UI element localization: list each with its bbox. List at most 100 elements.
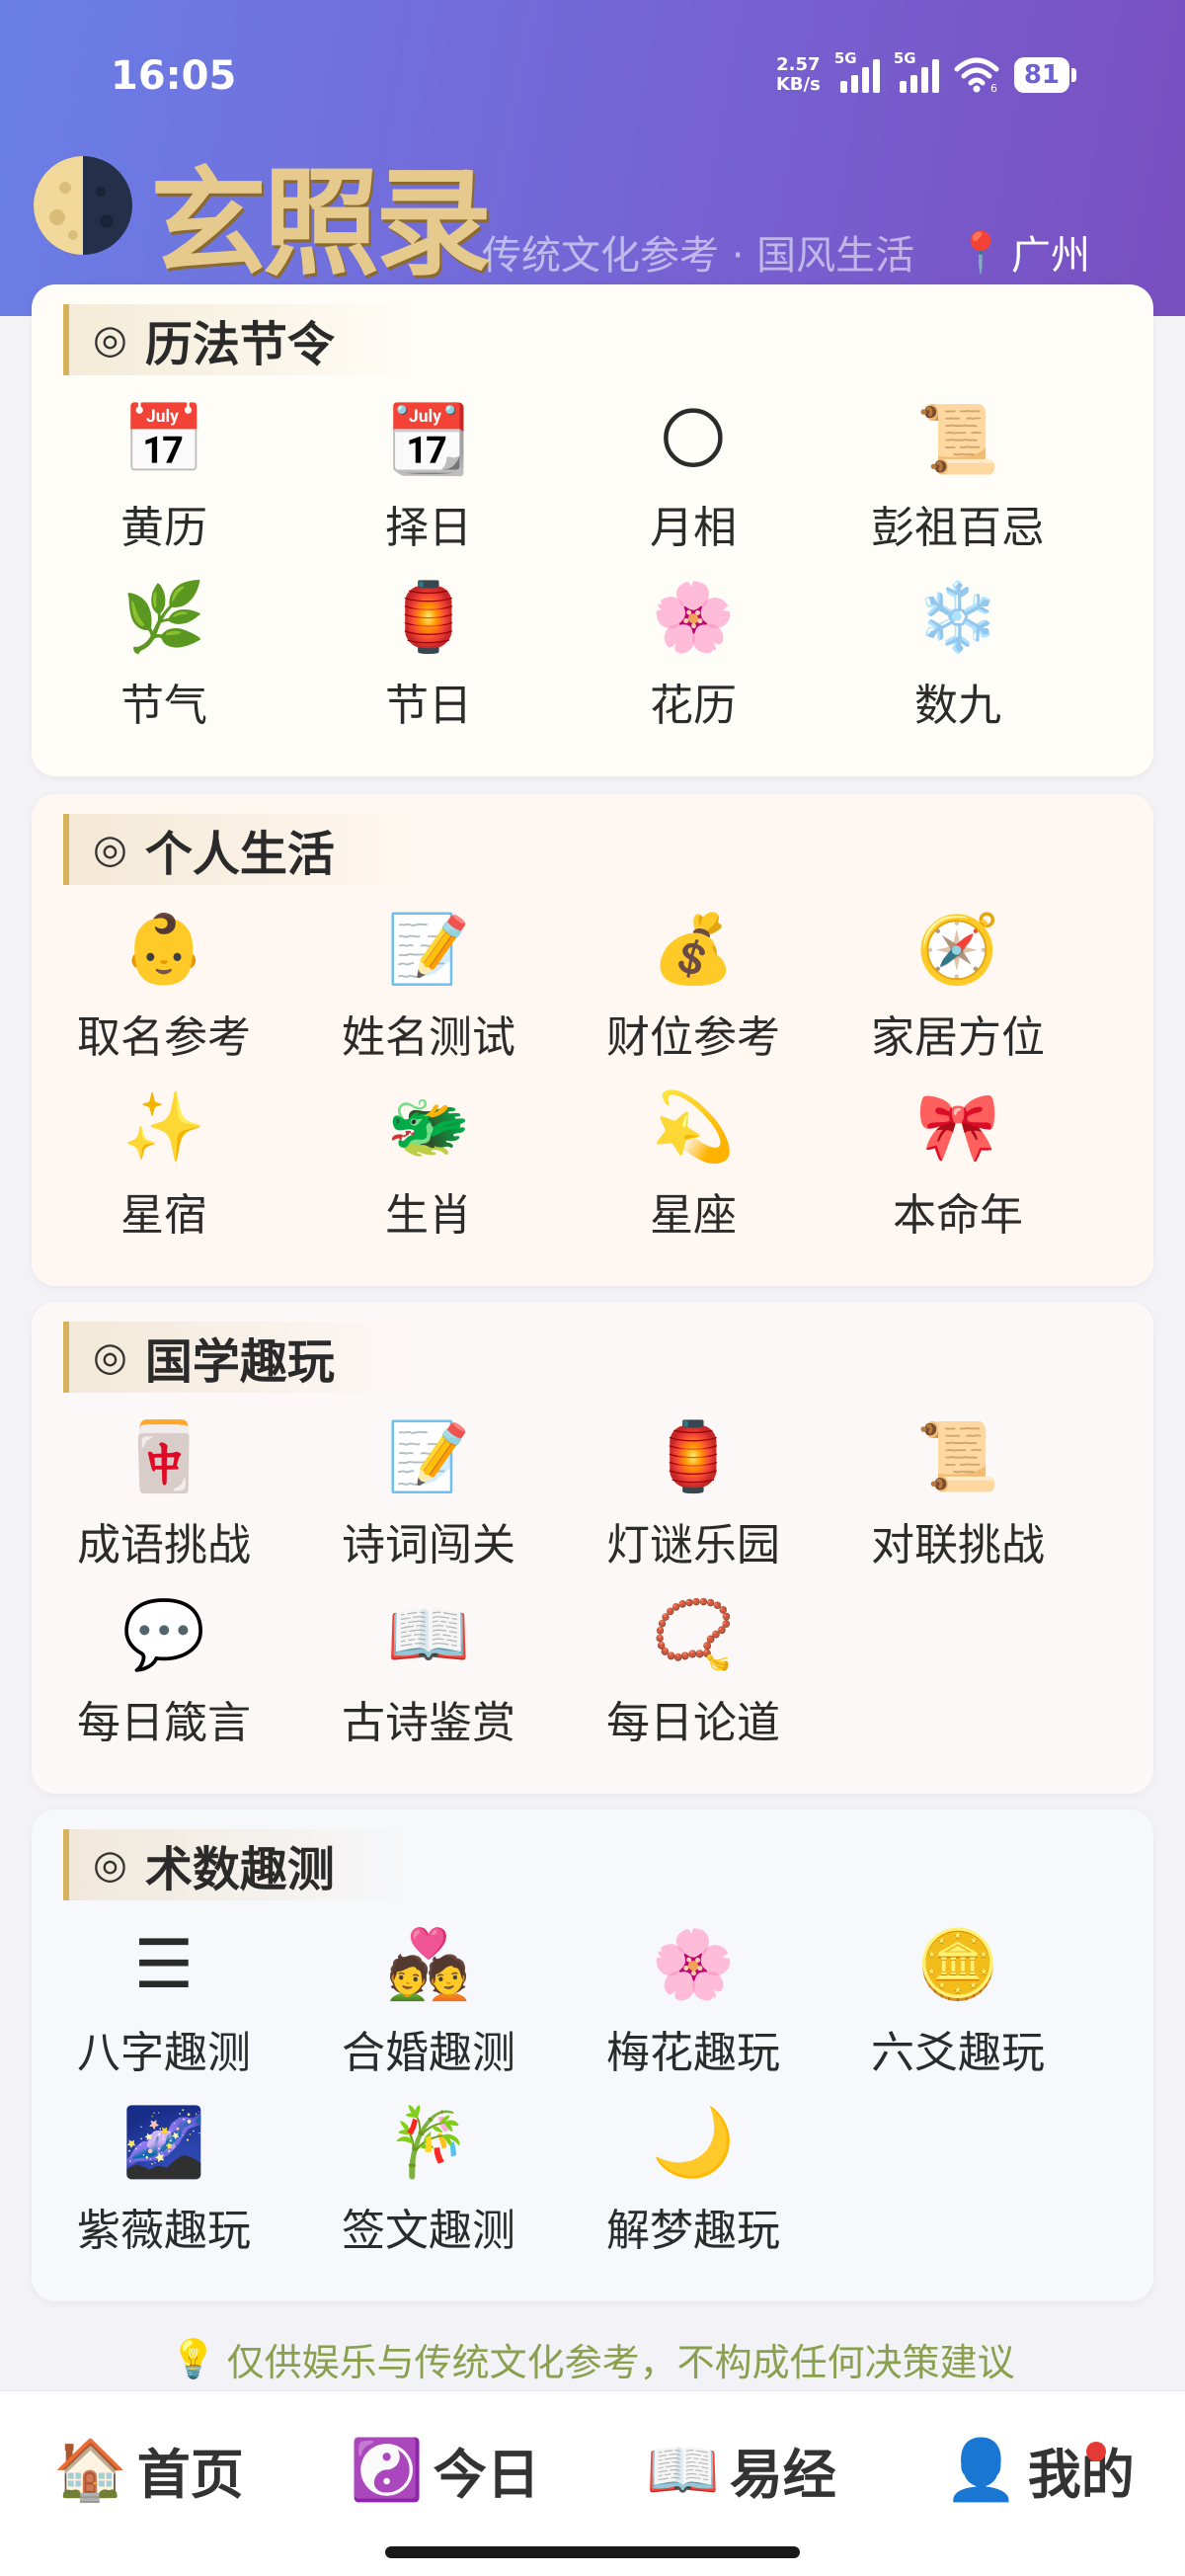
grid-item-button[interactable]: 🎀 本命年 <box>826 1081 1090 1241</box>
disclaimer-text: 仅供娱乐与传统文化参考，不构成任何决策建议 <box>226 2340 1015 2384</box>
grid-item-button[interactable]: 💰 财位参考 <box>561 903 826 1063</box>
grid-item-label: 八字趣测 <box>77 2028 251 2078</box>
grid-item-button[interactable]: 📜 对联挑战 <box>826 1410 1090 1570</box>
section-title: 国学趣玩 <box>144 1334 335 1390</box>
grid-item-button[interactable]: ❄️ 数九 <box>826 571 1090 731</box>
section-personal-life: ◎ 个人生活 👶 取名参考 📝 姓名测试 💰 财位参考 🧭 家居方位 ✨ 星宿 🐲 生肖 💫 星座 🎀 本命年 <box>32 794 1153 1286</box>
grid-item-button[interactable]: 💫 星座 <box>561 1081 826 1241</box>
lantern-icon: 🏮 <box>651 1418 736 1496</box>
money-bag-icon: 💰 <box>651 911 736 989</box>
full-moon-icon: 🌕 <box>658 401 729 479</box>
scroll-icon: 📜 <box>915 1418 1000 1496</box>
grid-item-label: 合婚趣测 <box>342 2028 515 2078</box>
battery-tip <box>1071 68 1076 82</box>
coin-icon: 🪙 <box>915 1926 1000 2004</box>
tab-today[interactable]: ☯️ 今日 <box>350 2431 540 2509</box>
grid-item-button[interactable]: 📖 古诗鉴赏 <box>296 1588 561 1748</box>
grid-item-label: 节日 <box>385 681 472 731</box>
network-type-label-2: 5G <box>893 49 916 67</box>
milky-way-icon: 🌌 <box>121 2104 206 2182</box>
grid-item-button[interactable]: 📝 诗词闯关 <box>296 1410 561 1570</box>
section-title: 个人生活 <box>144 827 335 882</box>
grid-item-label: 对联挑战 <box>871 1520 1045 1570</box>
compass-icon: 🧭 <box>915 911 1000 989</box>
cherry-blossom-icon: 🌸 <box>651 579 736 657</box>
section-grid: 📅 黄历 📆 择日 🌕 月相 📜 彭祖百忌 🌿 节气 🏮 节日 🌸 花历 ❄️ 数九 <box>32 393 1153 731</box>
net-speed-unit: KB/s <box>775 74 821 95</box>
prayer-beads-icon: 📿 <box>651 1596 736 1674</box>
section-sinology-fun: ◎ 国学趣玩 🀄 成语挑战 📝 诗词闯关 🏮 灯谜乐园 📜 对联挑战 💬 每日箴言 📖 古诗鉴赏 📿 每日论道 <box>32 1302 1153 1794</box>
ring-icon: ◎ <box>93 317 127 362</box>
grid-item-button[interactable]: 📜 彭祖百忌 <box>826 393 1090 553</box>
memo-icon: 📝 <box>386 911 471 989</box>
cell-signal-icon: 5G <box>834 49 880 93</box>
grid-item-button[interactable]: 🌸 花历 <box>561 571 826 731</box>
scroll-icon: 📜 <box>915 401 1000 479</box>
section-header: ◎ 术数趣测 <box>63 1829 419 1900</box>
grid-item-label: 生肖 <box>385 1190 472 1241</box>
grid-item-button[interactable]: 🏮 灯谜乐园 <box>561 1410 826 1570</box>
grid-item-button[interactable]: 🏮 节日 <box>296 571 561 731</box>
grid-item-label: 姓名测试 <box>342 1012 515 1063</box>
tab-mine[interactable]: 👤 我的 <box>944 2431 1135 2509</box>
location-selector[interactable]: 📍 广州 <box>956 223 1090 281</box>
dizzy-star-icon: 💫 <box>651 1088 736 1167</box>
grid-item-label: 彭祖百忌 <box>871 503 1045 553</box>
grid-item-button[interactable]: ✨ 星宿 <box>32 1081 296 1241</box>
grid-item-button[interactable]: 🧭 家居方位 <box>826 903 1090 1063</box>
battery-icon: 81 <box>1013 57 1069 93</box>
grid-item-label: 六爻趣玩 <box>871 2028 1045 2078</box>
home-indicator[interactable] <box>385 2546 800 2558</box>
house-icon: 🏠 <box>53 2436 127 2505</box>
grid-item-button[interactable]: 🀄 成语挑战 <box>32 1410 296 1570</box>
net-speed-value: 2.57 <box>776 54 821 75</box>
tab-home[interactable]: 🏠 首页 <box>53 2431 244 2509</box>
grid-item-label: 紫薇趣玩 <box>77 2206 251 2256</box>
ring-icon: ◎ <box>93 1842 127 1888</box>
trigram-icon: ☰ <box>133 1926 195 2004</box>
cell-signal-icon-2: 5G <box>894 49 939 93</box>
status-icons: 2.57 KB/s 5G 5G 6 81 <box>775 49 1076 95</box>
wifi-icon: 6 <box>954 57 999 93</box>
section-header: ◎ 个人生活 <box>63 814 419 885</box>
grid-item-label: 黄历 <box>120 503 207 553</box>
grid-item-button[interactable]: 🌿 节气 <box>32 571 296 731</box>
grid-item-button[interactable]: 📆 择日 <box>296 393 561 553</box>
grid-item-button[interactable]: 🎋 签文趣测 <box>296 2096 561 2256</box>
ring-icon: ◎ <box>93 1334 127 1380</box>
baby-icon: 👶 <box>121 911 206 989</box>
grid-item-label: 成语挑战 <box>77 1520 251 1570</box>
grid-item-button[interactable]: 📿 每日论道 <box>561 1588 826 1748</box>
section-grid: ☰ 八字趣测 💑 合婚趣测 🌸 梅花趣玩 🪙 六爻趣玩 🌌 紫薇趣玩 🎋 签文趣测 🌙 解梦趣玩 <box>32 1918 1153 2256</box>
grid-item-label: 每日箴言 <box>77 1698 251 1748</box>
dragon-icon: 🐲 <box>386 1088 471 1167</box>
grid-item-button[interactable]: 🌸 梅花趣玩 <box>561 1918 826 2078</box>
section-header: ◎ 国学趣玩 <box>63 1322 419 1393</box>
couple-icon: 💑 <box>386 1926 471 2004</box>
user-icon: 👤 <box>944 2436 1018 2505</box>
grid-item-button[interactable]: 🐲 生肖 <box>296 1081 561 1241</box>
grid-item-button[interactable]: ☰ 八字趣测 <box>32 1918 296 2078</box>
grid-item-button[interactable]: 💬 每日箴言 <box>32 1588 296 1748</box>
grid-item-label: 解梦趣玩 <box>606 2206 780 2256</box>
open-book-icon: 📖 <box>386 1596 471 1674</box>
tab-yijing-label: 易经 <box>729 2444 836 2506</box>
grid-item-label: 诗词闯关 <box>342 1520 515 1570</box>
grid-item-button[interactable]: 📅 黄历 <box>32 393 296 553</box>
calendar-icon: 📅 <box>121 401 206 479</box>
grid-item-button[interactable]: 📝 姓名测试 <box>296 903 561 1063</box>
sparkles-icon: ✨ <box>121 1088 206 1167</box>
section-grid: 🀄 成语挑战 📝 诗词闯关 🏮 灯谜乐园 📜 对联挑战 💬 每日箴言 📖 古诗鉴赏 📿 每日论道 <box>32 1410 1153 1748</box>
section-grid: 👶 取名参考 📝 姓名测试 💰 财位参考 🧭 家居方位 ✨ 星宿 🐲 生肖 💫 星座 🎀 本命年 <box>32 903 1153 1241</box>
grid-item-button[interactable]: 👶 取名参考 <box>32 903 296 1063</box>
lantern-icon: 🏮 <box>386 579 471 657</box>
grid-item-label: 星座 <box>650 1190 737 1241</box>
grid-item-button[interactable]: 🪙 六爻趣玩 <box>826 1918 1090 2078</box>
grid-item-button[interactable]: 🌌 紫薇趣玩 <box>32 2096 296 2256</box>
grid-item-button[interactable]: 🌙 解梦趣玩 <box>561 2096 826 2256</box>
grid-item-button[interactable]: 🌕 月相 <box>561 393 826 553</box>
status-time: 16:05 <box>111 53 237 99</box>
tab-yijing[interactable]: 📖 易经 <box>646 2431 836 2509</box>
speech-bubble-icon: 💬 <box>121 1596 206 1674</box>
grid-item-button[interactable]: 💑 合婚趣测 <box>296 1918 561 2078</box>
